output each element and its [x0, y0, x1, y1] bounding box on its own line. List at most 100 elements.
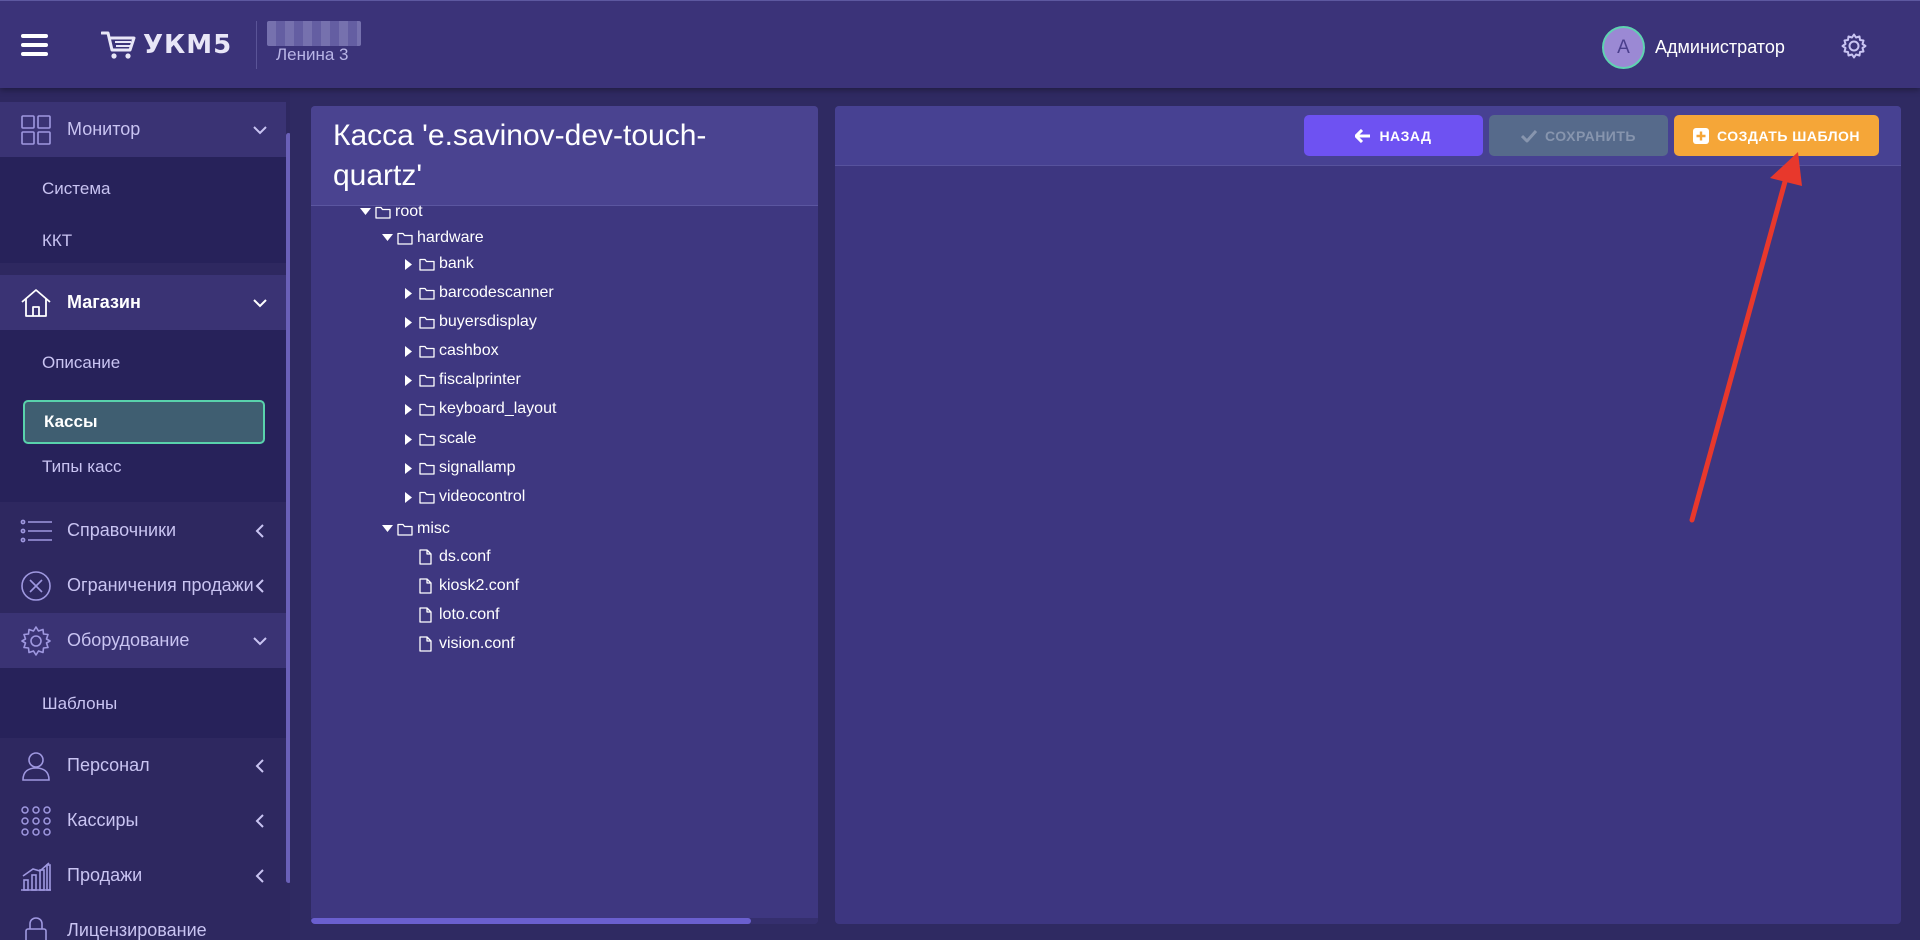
create-template-label: СОЗДАТЬ ШАБЛОН [1716, 127, 1861, 144]
tree-file-node[interactable]: loto.conf [399, 604, 499, 626]
tree-folder-node[interactable]: fiscalprinter [399, 369, 521, 391]
tree-node-label: barcodescanner [439, 284, 554, 301]
sidebar-item-label: Лицензирование [67, 920, 207, 940]
sidebar-item-equipment[interactable]: Оборудование [0, 613, 286, 668]
tree-node-label: signallamp [439, 459, 516, 476]
sidebar-scrollbar[interactable] [286, 133, 290, 883]
caret-right-icon[interactable] [399, 282, 419, 304]
sidebar-item-sales[interactable]: Продажи [0, 848, 286, 903]
tree-node-label: ds.conf [439, 548, 491, 565]
sidebar-item-label: Продажи [67, 865, 143, 885]
tree-file-node[interactable]: vision.conf [399, 633, 515, 655]
sidebar-item-monitor[interactable]: Монитор [0, 102, 286, 157]
caret-right-icon[interactable] [399, 457, 419, 479]
sidebar: Монитор Система ККТ Магазин Описание Кас… [0, 88, 290, 940]
submenu-monitor: Система ККТ [0, 157, 286, 263]
editor-toolbar: НАЗАД СОХРАНИТЬ СОЗДАТЬ ШАБЛОН [835, 106, 1901, 166]
folder-icon [419, 398, 437, 420]
folder-icon [419, 311, 437, 333]
tree-node-label: videocontrol [439, 488, 526, 505]
cancel-circle-icon [21, 571, 51, 601]
chevron-left-icon [255, 868, 264, 883]
bar-chart-icon [21, 862, 51, 891]
sidebar-subitem-kkt[interactable]: ККТ [42, 231, 72, 251]
sidebar-item-label: Магазин [67, 292, 141, 312]
caret-right-icon[interactable] [399, 369, 419, 391]
caret-right-icon[interactable] [399, 486, 419, 508]
tree-folder-node[interactable]: signallamp [399, 457, 515, 479]
folder-icon [419, 282, 437, 304]
sidebar-item-sales-restrictions[interactable]: Ограничения продажи [0, 558, 286, 613]
tree-node-label: hardware [417, 229, 484, 246]
tree-node-label: buyersdisplay [439, 313, 537, 330]
sidebar-item-label: Справочники [67, 520, 177, 540]
sidebar-item-label: Ограничения продажи [67, 575, 254, 595]
user-name: Администратор [1655, 37, 1785, 57]
horizontal-scrollbar[interactable] [311, 918, 751, 924]
file-icon [419, 575, 437, 597]
sidebar-subitem-system[interactable]: Система [42, 179, 110, 199]
plus-square-icon [1692, 127, 1709, 144]
cart-icon [101, 31, 136, 59]
menu-toggle-icon[interactable] [21, 34, 48, 56]
tree-folder-node[interactable]: scale [399, 428, 476, 450]
sidebar-subitem-cashbox-types[interactable]: Типы касс [42, 457, 122, 477]
app-logo[interactable]: УКМ5 [101, 27, 232, 63]
sidebar-item-cashiers[interactable]: Кассиры [0, 793, 286, 848]
caret-down-icon[interactable] [377, 518, 397, 540]
caret-right-icon[interactable] [399, 253, 419, 275]
create-template-button[interactable]: СОЗДАТЬ ШАБЛОН [1674, 115, 1879, 156]
folder-icon [375, 201, 393, 223]
caret-down-icon[interactable] [355, 201, 375, 223]
sidebar-subitem-description[interactable]: Описание [42, 353, 120, 373]
tree-folder-node[interactable]: bank [399, 253, 474, 275]
tree-folder-node[interactable]: misc [377, 518, 450, 540]
tree-node-label: keyboard_layout [439, 400, 557, 417]
caret-right-icon[interactable] [399, 340, 419, 362]
sidebar-item-personnel[interactable]: Персонал [0, 738, 286, 793]
chevron-down-icon [253, 298, 267, 307]
home-icon [21, 289, 51, 317]
tree-folder-node[interactable]: root [355, 201, 423, 223]
tree-folder-node[interactable]: videocontrol [399, 486, 525, 508]
chevron-down-icon [253, 636, 267, 645]
sidebar-item-licensing[interactable]: Лицензирование [0, 903, 286, 940]
sidebar-item-references[interactable]: Справочники [0, 503, 286, 558]
tree-node-label: vision.conf [439, 635, 515, 652]
user-menu[interactable]: А Администратор [1602, 26, 1785, 69]
back-button-label: НАЗАД [1379, 127, 1432, 144]
tree-folder-node[interactable]: barcodescanner [399, 282, 554, 304]
tree-file-node[interactable]: kiosk2.conf [399, 575, 519, 597]
sidebar-subitem-cashboxes[interactable]: Кассы [23, 400, 265, 444]
tree-folder-node[interactable]: keyboard_layout [399, 398, 556, 420]
caret-right-icon[interactable] [399, 311, 419, 333]
sidebar-item-shop[interactable]: Магазин [0, 275, 286, 330]
submenu-shop: Описание Кассы Типы касс [0, 330, 286, 502]
tree-folder-node[interactable]: hardware [377, 227, 484, 249]
folder-icon [419, 486, 437, 508]
blurred-shop-label [267, 21, 361, 46]
shop-name[interactable]: Ленина 3 [276, 45, 349, 65]
save-button-label: СОХРАНИТЬ [1545, 127, 1636, 144]
avatar: А [1602, 26, 1645, 69]
sidebar-subitem-templates[interactable]: Шаблоны [42, 694, 117, 714]
logo-text: УКМ5 [143, 30, 233, 60]
tree-folder-node[interactable]: cashbox [399, 340, 499, 362]
caret-down-icon[interactable] [377, 227, 397, 249]
folder-icon [397, 227, 415, 249]
arrow-left-icon [1355, 128, 1371, 143]
dots-grid-icon [21, 806, 51, 836]
chevron-left-icon [255, 523, 264, 538]
sidebar-item-label: Кассиры [67, 810, 139, 830]
tree-folder-node[interactable]: buyersdisplay [399, 311, 537, 333]
caret-right-icon[interactable] [399, 398, 419, 420]
config-tree-panel: Касса 'e.savinov-dev-touch-quartz' root h… [311, 106, 818, 924]
back-button[interactable]: НАЗАД [1304, 115, 1483, 156]
sidebar-item-label: Персонал [67, 755, 150, 775]
settings-gear-icon[interactable] [1840, 32, 1868, 60]
tree-file-node[interactable]: ds.conf [399, 546, 491, 568]
save-button[interactable]: СОХРАНИТЬ [1489, 115, 1668, 156]
caret-right-icon[interactable] [399, 428, 419, 450]
folder-icon [397, 518, 415, 540]
